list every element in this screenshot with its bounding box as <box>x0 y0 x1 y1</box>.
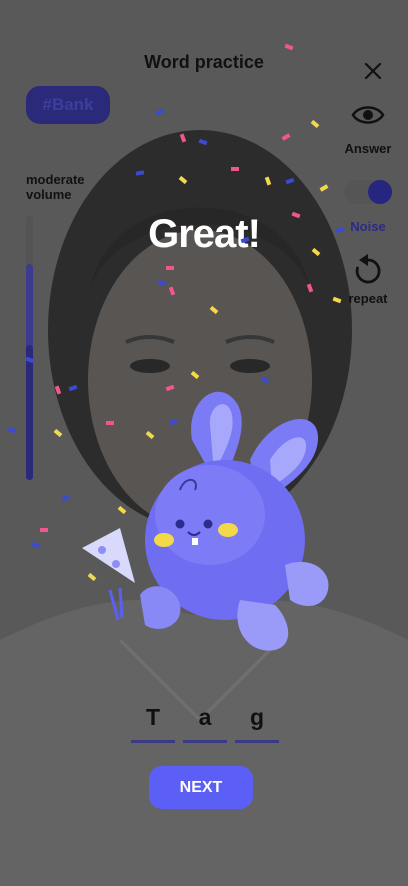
volume-label-line2: volume <box>26 187 72 202</box>
eye-icon <box>351 106 385 124</box>
next-button[interactable]: NEXT <box>149 766 253 809</box>
letter-slot-1: T <box>145 704 161 730</box>
page-title: Word practice <box>144 52 264 72</box>
bunny-mascot-illustration <box>82 391 329 651</box>
repeat-icon <box>355 254 381 284</box>
volume-meter-fill <box>26 345 33 480</box>
close-icon[interactable] <box>360 58 386 84</box>
repeat-label: repeat <box>348 291 388 306</box>
answer-button[interactable]: Answer <box>333 102 403 156</box>
volume-label: moderate volume <box>26 172 85 202</box>
practice-screen: Word practice #Bank Answer Noise repeat … <box>0 0 408 886</box>
answer-label: Answer <box>344 141 392 156</box>
letter-underline-1 <box>131 740 175 743</box>
letter-underline-2 <box>183 740 227 743</box>
noise-toggle[interactable] <box>344 180 392 204</box>
word-tag-chip: #Bank <box>26 86 110 124</box>
letter-underline-3 <box>235 740 279 743</box>
letter-slot-3: g <box>249 704 265 730</box>
volume-label-line1: moderate <box>26 172 85 187</box>
letter-slot-2: a <box>198 704 212 730</box>
repeat-button[interactable]: repeat <box>333 252 403 306</box>
result-message: Great! <box>148 212 261 256</box>
toggle-knob <box>368 180 392 204</box>
